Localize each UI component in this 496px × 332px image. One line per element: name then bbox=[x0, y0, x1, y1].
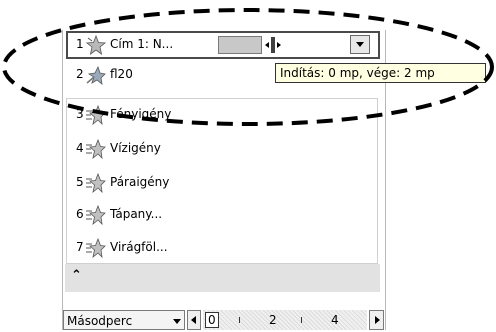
timing-bar[interactable] bbox=[218, 36, 262, 54]
star-effect-icon bbox=[86, 35, 106, 55]
ruler-tick bbox=[301, 317, 302, 323]
time-units-dropdown[interactable]: Másodperc bbox=[63, 310, 185, 330]
timeline-scroll-left-button[interactable] bbox=[187, 310, 201, 330]
ruler-tick-label: 2 bbox=[269, 313, 277, 327]
item-dropdown-button[interactable] bbox=[350, 35, 370, 54]
timeline-ruler[interactable]: 0 2 4 bbox=[203, 310, 367, 330]
animation-group-box bbox=[66, 98, 378, 264]
timeline-scroll-right-button[interactable] bbox=[369, 310, 384, 330]
ruler-tick bbox=[239, 317, 240, 323]
timing-tooltip: Indítás: 0 mp, vége: 2 mp bbox=[275, 63, 486, 83]
star-effect-icon bbox=[86, 65, 106, 85]
chevron-down-icon bbox=[173, 319, 181, 324]
animation-item-1[interactable]: 1 Cím 1: N... bbox=[66, 31, 380, 59]
time-units-label: Másodperc bbox=[67, 314, 133, 328]
scroll-up-button[interactable]: ⌃ bbox=[65, 264, 380, 292]
ruler-tick-label: 4 bbox=[331, 313, 339, 327]
ruler-tick-label: 0 bbox=[205, 312, 219, 328]
resize-handle-icon[interactable] bbox=[264, 35, 282, 55]
item-label: Cím 1: N... bbox=[110, 37, 174, 51]
double-chevron-up-icon: ⌃ bbox=[71, 268, 82, 283]
item-label: fl20 bbox=[110, 67, 133, 81]
